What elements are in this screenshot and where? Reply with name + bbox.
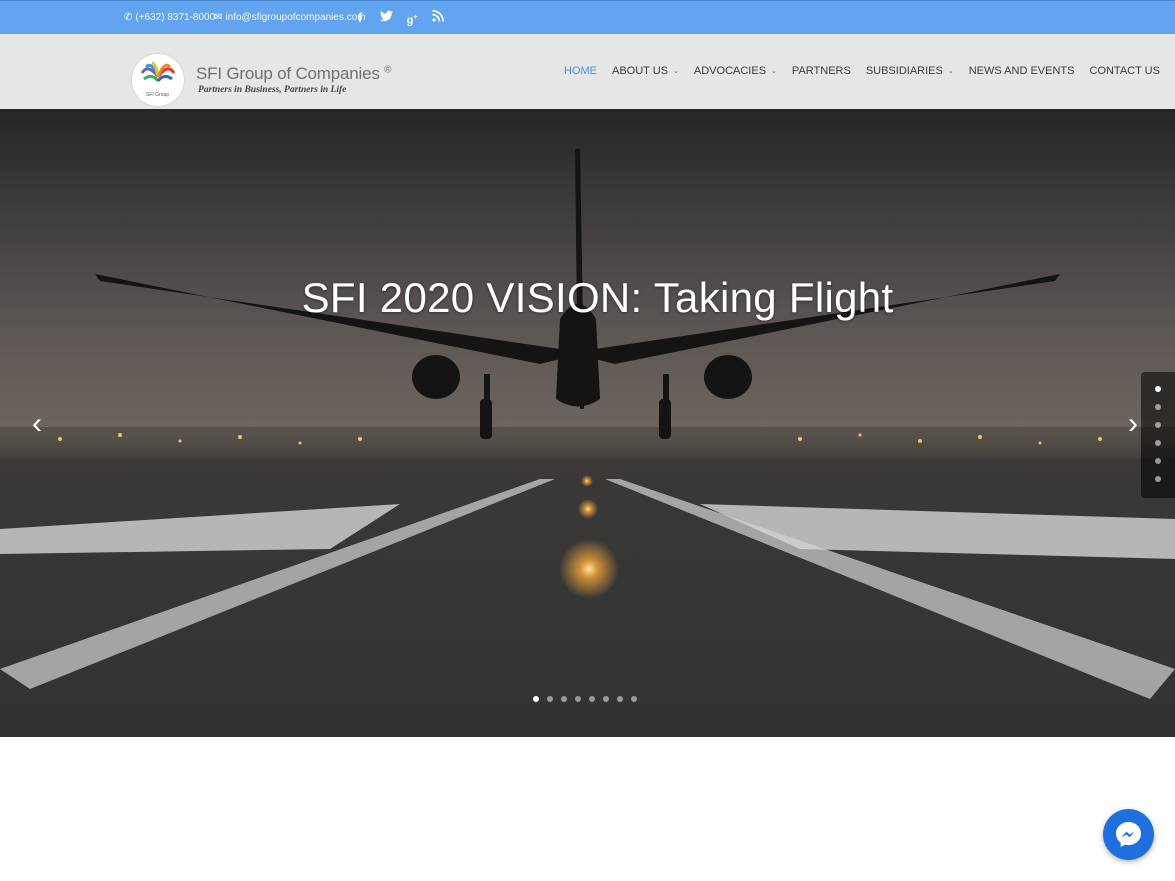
side-nav-dot[interactable] [1155,404,1161,410]
side-nav-dot[interactable] [1155,386,1161,392]
phone-icon: ✆ [124,12,133,23]
nav-label: PARTNERS [791,65,851,77]
nav-label: ADVOCACIES [693,65,767,77]
nav-item-about-us[interactable]: ABOUT US ⌄ [612,65,679,77]
slider-dot[interactable] [603,696,609,702]
nav-item-advocacies[interactable]: ADVOCACIES ⌄ [694,65,777,77]
nav-item-contact-us[interactable]: CONTACT US [1089,65,1160,77]
side-nav-dot[interactable] [1155,440,1161,446]
chevron-down-icon: ⌄ [771,68,777,75]
messenger-chat-button[interactable] [1103,809,1154,860]
slider-dot[interactable] [589,696,595,702]
nav-item-partners[interactable]: PARTNERS [792,65,851,77]
slider-dot[interactable] [617,696,623,702]
messenger-icon [1115,821,1142,848]
tagline: Partners in Business, Partners in Life [198,85,347,95]
twitter-icon[interactable] [379,10,393,29]
nav-label: HOME [564,65,597,77]
slider-dot[interactable] [547,696,553,702]
email-contact[interactable]: ✉ info@sfigroupofcompanies.com [214,12,366,23]
nav-item-home[interactable]: HOME [564,65,597,77]
envelope-icon: ✉ [214,12,223,23]
chevron-down-icon: ⌄ [673,68,679,75]
social-links: f g+ [353,9,445,29]
rss-icon[interactable] [431,9,445,29]
side-nav-dot[interactable] [1155,476,1161,482]
logo-small-text: SFI Group [146,92,170,98]
slider-dot[interactable] [533,696,539,702]
nav-label: ABOUT US [612,65,669,77]
main-nav: HOME ABOUT US ⌄ ADVOCACIES ⌄ PARTNERS SU… [564,65,1175,77]
side-nav-dot[interactable] [1155,422,1161,428]
brand-text: SFI Group of Companies [196,64,380,83]
chevron-down-icon: ⌄ [947,68,954,75]
email-address: info@sfigroupofcompanies.com [225,12,366,23]
facebook-icon[interactable]: f [353,10,367,29]
registered-mark: ® [384,64,392,76]
nav-item-news-and-events[interactable]: NEWS AND EVENTS [969,65,1075,77]
slider-dot[interactable] [575,696,581,702]
nav-label: SUBSIDIARIES [865,65,943,77]
phone-number: (+632) 8371-8000 [135,12,216,23]
hero-background-image [0,109,1175,737]
slider-prev-arrow[interactable]: ‹ [32,409,42,439]
slider-pagination [533,696,637,702]
nav-label: NEWS AND EVENTS [968,65,1075,77]
slider-next-arrow[interactable]: › [1128,409,1138,439]
side-dot-navigation [1141,372,1175,498]
top-bar: ✆ (+632) 8371-8000 ✉ info@sfigroupofcomp… [0,0,1175,34]
slider-dot[interactable] [631,696,637,702]
logo[interactable]: SFI Group [132,54,184,106]
phone-contact[interactable]: ✆ (+632) 8371-8000 [124,12,215,23]
slider-dot[interactable] [561,696,567,702]
brand-name[interactable]: SFI Group of Companies ® [196,64,392,84]
hero-slider: SFI 2020 VISION: Taking Flight ‹ › [0,109,1175,737]
nav-item-subsidiaries[interactable]: SUBSIDIARIES ⌄ [866,65,954,77]
hero-title: SFI 2020 VISION: Taking Flight [301,274,894,321]
google-plus-icon[interactable]: g+ [405,10,419,29]
nav-label: CONTACT US [1089,65,1160,77]
side-nav-dot[interactable] [1155,458,1161,464]
